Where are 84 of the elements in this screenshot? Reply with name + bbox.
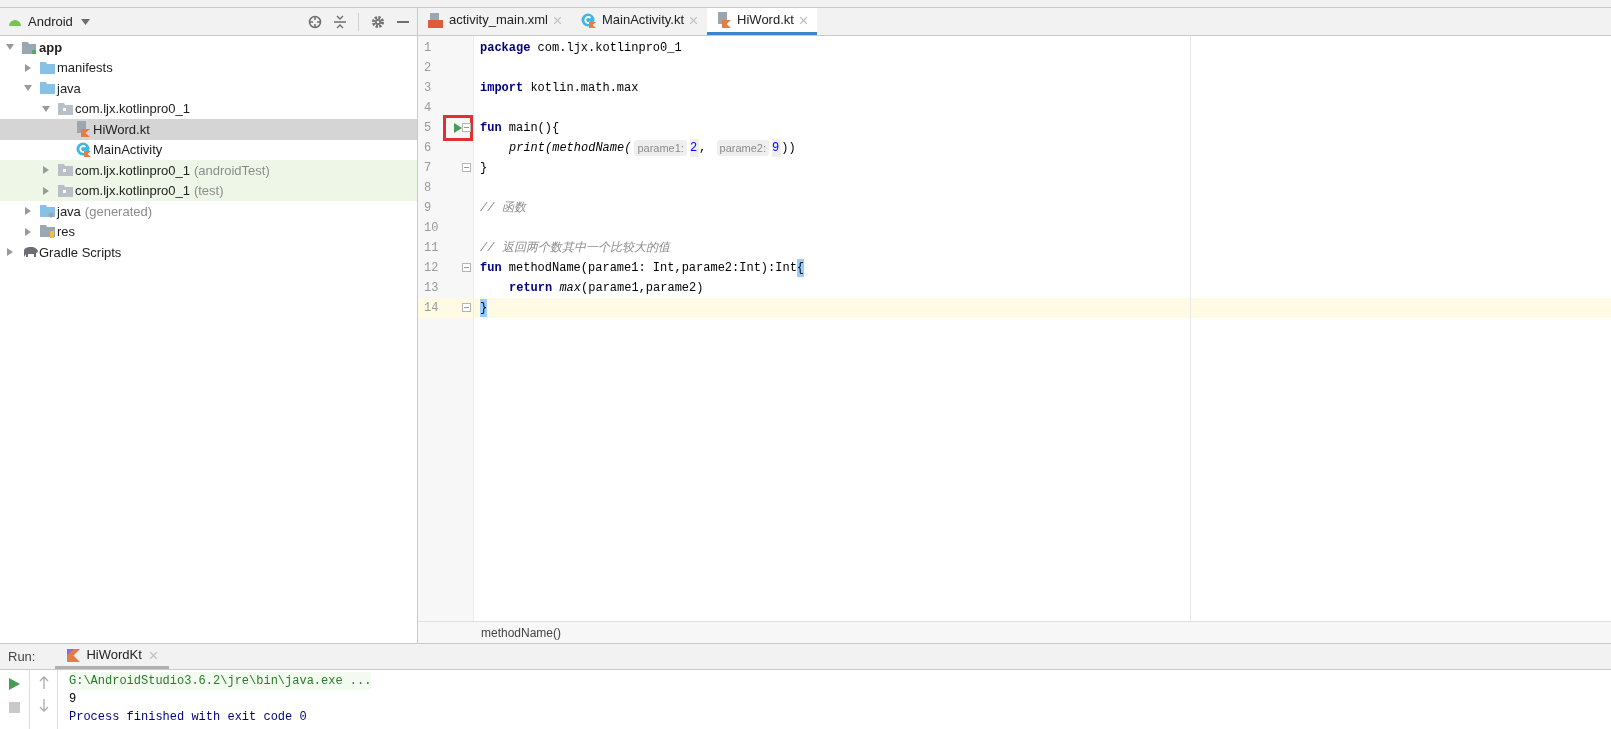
line-number: 4	[423, 100, 433, 117]
console-line: Process finished with exit code 0	[69, 709, 308, 726]
package-icon	[58, 164, 73, 177]
kotlin-class-icon	[580, 12, 596, 28]
line-number: 12	[423, 260, 440, 277]
folder-icon	[40, 82, 55, 95]
settings-icon[interactable]	[371, 14, 385, 29]
collapsed-arrow-icon[interactable]	[42, 166, 50, 175]
line-number: 14	[423, 300, 440, 317]
line-number: 13	[423, 280, 440, 297]
tree-item[interactable]: MainActivity	[0, 139, 417, 160]
fold-icon[interactable]	[462, 163, 471, 172]
collapsed-arrow-icon[interactable]	[24, 63, 32, 72]
line-number: 11	[423, 240, 440, 257]
code-line: }	[479, 160, 489, 177]
code-line: package com.ljx.kotlinpro0_1	[479, 40, 683, 57]
code-line: fun main(){	[479, 120, 561, 137]
collapsed-arrow-icon[interactable]	[24, 227, 32, 236]
tree-item[interactable]: manifests	[0, 57, 417, 78]
line-number: 3	[423, 80, 433, 97]
kotlin-icon	[67, 648, 81, 662]
line-number: 1	[423, 40, 433, 57]
editor-tab[interactable]: activity_main.xml	[418, 8, 571, 35]
run-icon[interactable]	[9, 678, 20, 690]
tree-item[interactable]: Gradle Scripts	[0, 242, 417, 263]
line-number: 10	[423, 220, 440, 237]
collapse-icon[interactable]	[334, 14, 346, 29]
tree-item[interactable]: app	[0, 37, 417, 58]
code-line: print(methodName( parame1: 2 , parame2: 9 ))	[508, 138, 797, 158]
fold-icon[interactable]	[462, 263, 471, 272]
tree-item[interactable]: res	[0, 221, 417, 242]
view-selector[interactable]: Android	[28, 11, 73, 32]
folder-icon	[40, 61, 55, 74]
close-icon[interactable]	[690, 16, 698, 24]
collapsed-arrow-icon[interactable]	[42, 186, 50, 195]
collapsed-arrow-icon[interactable]	[24, 207, 32, 216]
minimize-icon[interactable]	[397, 20, 409, 23]
tree-item[interactable]: com.ljx.kotlinpro0_1	[0, 98, 417, 119]
package-icon	[58, 102, 73, 115]
code-line: // 返回两个数其中一个比较大的值	[479, 240, 672, 257]
line-number: 9	[423, 200, 433, 217]
tree-item[interactable]: java (generated)	[0, 201, 417, 222]
fold-icon[interactable]	[462, 303, 471, 312]
console-line: 9	[69, 691, 78, 708]
code-line: // 函数	[479, 200, 528, 217]
code-line: return max(parame1,parame2)	[508, 280, 705, 297]
expanded-arrow-icon[interactable]	[24, 84, 32, 93]
kotlin-class-icon	[76, 142, 91, 158]
fold-icon[interactable]	[462, 123, 471, 132]
breadcrumb[interactable]: methodName()	[481, 623, 562, 642]
line-number: 6	[423, 140, 433, 157]
up-arrow-icon[interactable]	[38, 676, 49, 689]
package-icon	[58, 184, 73, 197]
crosshair-icon[interactable]	[308, 14, 322, 29]
code-line: fun methodName(parame1: Int,parame2:Int):Int{	[479, 258, 806, 278]
line-number: 8	[423, 180, 433, 197]
close-icon[interactable]	[553, 16, 561, 24]
code-line: import kotlin.math.max	[479, 80, 640, 97]
line-number: 7	[423, 160, 433, 177]
line-number: 2	[423, 60, 433, 77]
dropdown-caret-icon[interactable]	[80, 18, 90, 25]
down-arrow-icon[interactable]	[38, 699, 49, 712]
tree-item[interactable]: com.ljx.kotlinpro0_1 (androidTest)	[0, 160, 417, 181]
folder-icon	[40, 204, 55, 218]
kotlin-file-icon	[717, 12, 732, 28]
run-tab[interactable]: HiWordKt	[55, 644, 169, 669]
close-icon[interactable]	[149, 651, 157, 659]
tree-item[interactable]: java	[0, 78, 417, 99]
run-icon	[454, 123, 462, 133]
xml-file-icon	[428, 12, 443, 28]
expanded-arrow-icon[interactable]	[42, 104, 50, 113]
kotlin-file-icon	[76, 121, 90, 138]
line-number: 5	[423, 120, 433, 137]
close-icon[interactable]	[799, 16, 807, 24]
editor-tab[interactable]: MainActivity.kt	[570, 8, 708, 35]
folder-icon	[40, 225, 55, 239]
folder-icon	[22, 40, 37, 54]
tree-item[interactable]: com.ljx.kotlinpro0_1 (test)	[0, 180, 417, 201]
editor-tab[interactable]: HiWord.kt	[707, 8, 817, 35]
run-panel-label: Run:	[8, 647, 36, 666]
tree-item[interactable]: HiWord.kt	[0, 119, 417, 140]
collapsed-arrow-icon[interactable]	[6, 248, 14, 257]
elephant-icon	[22, 246, 39, 259]
expanded-arrow-icon[interactable]	[6, 43, 14, 52]
